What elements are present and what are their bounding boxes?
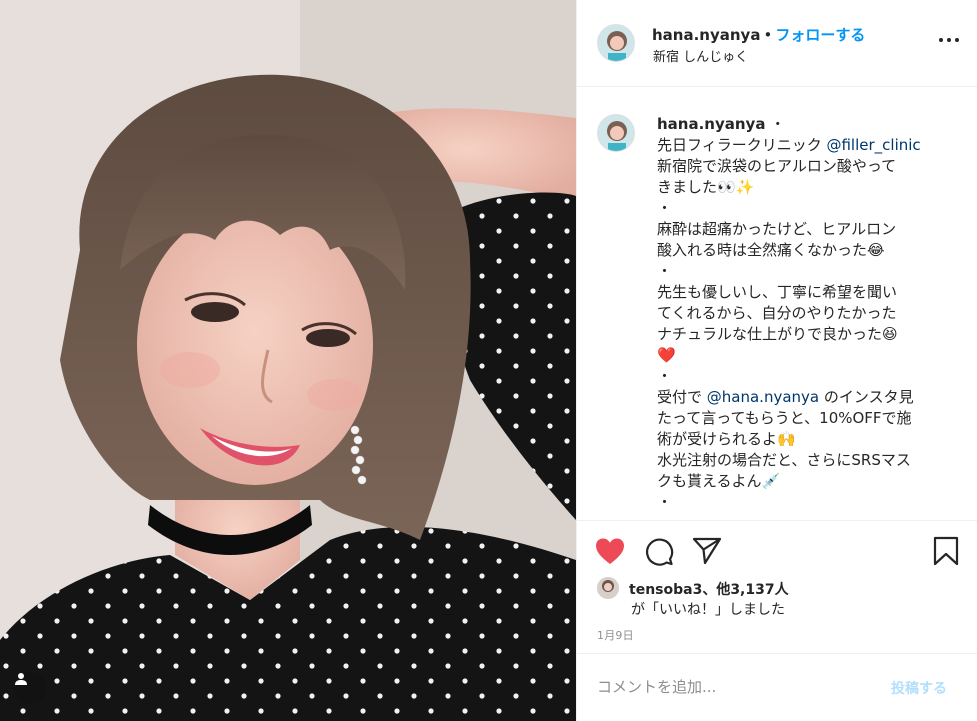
caption-line: 酸入れる時は全然痛くなかった😂 <box>657 241 885 259</box>
caption-line: ・ <box>657 262 673 280</box>
caption-line: 水光注射の場合だと、さらにSRSマス <box>657 451 911 469</box>
caption-text: hana.nyanya ・ 先日フィラークリニック @filler_clinic… <box>657 114 957 513</box>
liked-suffix: が「いいね！」しました <box>631 602 785 618</box>
person-icon <box>15 673 27 685</box>
caption-line: 術が受けられるよ🙌 <box>657 430 796 448</box>
caption-line: クも貰えるよん💉 <box>657 472 781 490</box>
liker-avatar <box>597 577 619 599</box>
likes-count[interactable]: tensoba3、他3,137人 <box>629 579 789 599</box>
caption-line: てくれるから、自分のやりたかった <box>657 304 897 322</box>
paper-plane-icon[interactable] <box>692 537 722 569</box>
caption-line: きました👀✨ <box>657 178 755 196</box>
post-photo[interactable] <box>0 0 576 721</box>
author-avatar[interactable] <box>597 24 635 62</box>
post-actions: tensoba3、他3,137人 が「いいね！」しました 1月9日 <box>577 520 977 653</box>
caption-line: ・ <box>657 493 673 511</box>
caption-line: ・ <box>657 199 673 217</box>
comment-bar: 投稿する <box>577 653 977 721</box>
caption-area[interactable]: hana.nyanya ・ 先日フィラークリニック @filler_clinic… <box>577 88 977 520</box>
location-link[interactable]: 新宿 しんじゅく <box>653 46 748 65</box>
user-tags-button[interactable] <box>14 672 46 704</box>
post-sidebar: hana.nyanya • フォローする 新宿 しんじゅく hana.nyanya … <box>576 0 977 721</box>
post-comment-button[interactable]: 投稿する <box>891 678 947 698</box>
caption-line: 先生も優しいし、丁寧に希望を聞い <box>657 283 898 301</box>
more-options-icon[interactable] <box>939 34 959 46</box>
comment-icon[interactable] <box>644 537 674 571</box>
caption-username[interactable]: hana.nyanya <box>657 115 765 133</box>
caption-line: 新宿院で涙袋のヒアルロン酸やって <box>657 157 897 175</box>
caption-line: ❤️ <box>657 346 676 364</box>
post-date[interactable]: 1月9日 <box>597 627 634 643</box>
caption-line: 先日フィラークリニック @filler_clinic <box>657 136 921 154</box>
follow-button[interactable]: フォローする <box>775 26 865 44</box>
header-separator: • <box>763 26 773 44</box>
caption-line: 受付で @hana.nyanya のインスタ見 <box>657 388 914 406</box>
header-username[interactable]: hana.nyanya <box>652 26 760 44</box>
heart-filled-icon[interactable] <box>595 537 625 569</box>
caption-line: ・ <box>657 367 673 385</box>
caption-avatar[interactable] <box>597 114 635 152</box>
selfie-illustration <box>0 0 576 721</box>
post-header: hana.nyanya • フォローする 新宿 しんじゅく <box>577 0 977 87</box>
bookmark-icon[interactable] <box>933 536 959 570</box>
caption-line: ナチュラルな仕上がりで良かった😆 <box>657 325 898 343</box>
mention-link[interactable]: @hana.nyanya <box>707 388 819 406</box>
caption-separator: ・ <box>770 115 786 133</box>
comment-input[interactable] <box>597 674 877 700</box>
header-username-line: hana.nyanya • フォローする <box>652 24 865 45</box>
caption-author-line: hana.nyanya ・ <box>657 114 957 135</box>
caption-line: たって言ってもらうと、10%OFFで施 <box>657 409 912 427</box>
mention-link[interactable]: @filler_clinic <box>826 136 920 154</box>
caption-line: 麻酔は超痛かったけど、ヒアルロン <box>657 220 897 238</box>
